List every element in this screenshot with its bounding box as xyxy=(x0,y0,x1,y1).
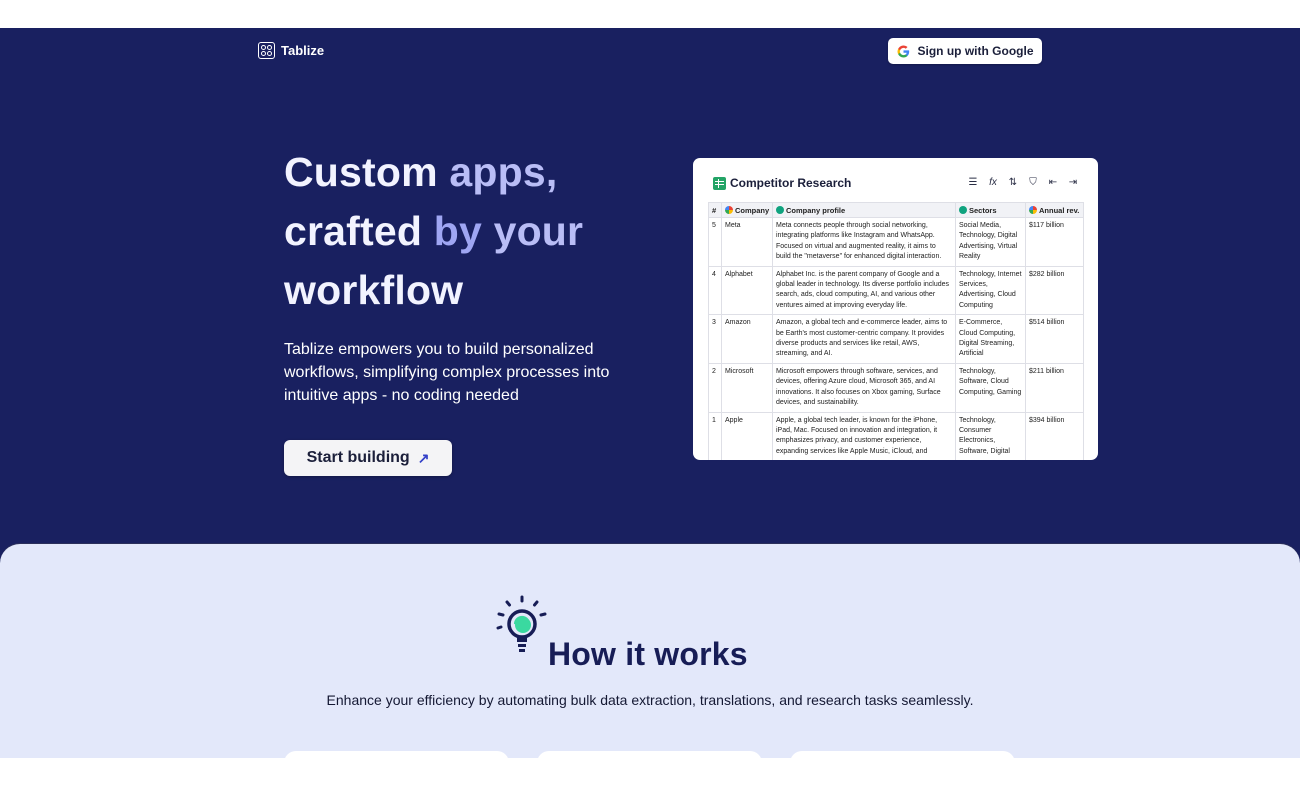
table-icon xyxy=(713,176,726,190)
tablize-logo-icon xyxy=(258,42,275,59)
sectors-cell: E-Commerce, Cloud Computing, Digital Str… xyxy=(955,314,1026,364)
company-cell: Alphabet xyxy=(721,265,773,316)
ai-icon xyxy=(959,205,967,214)
sectors-cell: Technology, Internet Services, Advertisi… xyxy=(955,265,1026,316)
google-icon xyxy=(1029,205,1037,214)
profile-cell: Apple, a global tech leader, is known fo… xyxy=(772,411,956,460)
filter-icon[interactable]: ⛉ xyxy=(1026,175,1040,189)
headline-word: by xyxy=(433,208,482,254)
revenue-cell: $282 billion xyxy=(1025,265,1084,316)
table-row: 1 Apple Apple, a global tech leader, is … xyxy=(708,411,1084,460)
company-cell: Apple xyxy=(721,411,773,460)
company-cell: Microsoft xyxy=(721,362,773,413)
row-number: 2 xyxy=(708,362,722,413)
table-row: 4 Alphabet Alphabet Inc. is the parent c… xyxy=(708,265,1084,316)
column-header: Annual rev. xyxy=(1025,202,1084,218)
profile-cell: Amazon, a global tech and e-commerce lea… xyxy=(772,314,956,364)
hero-headline: Custom apps, crafted by your workflow xyxy=(284,143,664,320)
sign-up-google-button[interactable]: Sign up with Google xyxy=(888,38,1042,64)
revenue-cell: $514 billion xyxy=(1025,314,1084,364)
row-number: 3 xyxy=(708,314,722,364)
google-icon xyxy=(897,45,909,57)
formula-icon[interactable]: fx xyxy=(986,175,1000,189)
menu-icon[interactable]: ☰ xyxy=(966,175,980,189)
hero-subtext: Tablize empowers you to build personaliz… xyxy=(284,341,610,404)
landing-page: Tablize Sign up with Google Custom apps,… xyxy=(0,0,1300,788)
arrow-up-right-icon: ↗ xyxy=(417,449,430,466)
google-icon xyxy=(725,205,733,214)
table-row: 2 Microsoft Microsoft empowers through s… xyxy=(708,362,1084,413)
headline-word: your xyxy=(493,208,584,254)
column-header: # xyxy=(708,202,722,218)
brand-name: Tablize xyxy=(281,43,325,58)
preview-table: # Company Company profile Sectors Annual… xyxy=(708,202,1084,460)
sectors-cell: Technology, Consumer Electronics, Softwa… xyxy=(955,411,1026,460)
preview-title-text: Competitor Research xyxy=(730,176,852,190)
ai-icon xyxy=(776,205,784,214)
lightbulb-icon xyxy=(496,595,547,652)
profile-cell: Alphabet Inc. is the parent company of G… xyxy=(772,265,956,316)
column-header: Company profile xyxy=(772,202,956,218)
preview-title: Competitor Research xyxy=(713,176,851,190)
headline-word: workflow xyxy=(284,267,464,313)
company-cell: Meta xyxy=(721,217,773,267)
headline-word: crafted xyxy=(284,208,423,254)
preview-toolbar: ☰ fx ⇅ ⛉ ⇤ ⇥ xyxy=(966,175,1080,189)
how-it-works-title: How it works xyxy=(548,636,748,672)
revenue-cell: $394 billion xyxy=(1025,411,1084,460)
start-building-label: Start building xyxy=(306,449,410,466)
profile-cell: Microsoft empowers through software, ser… xyxy=(772,362,956,413)
column-header: Company xyxy=(721,202,773,218)
row-number: 4 xyxy=(708,265,722,316)
table-row: 5 Meta Meta connects people through soci… xyxy=(708,217,1084,267)
export-icon[interactable]: ⇥ xyxy=(1066,175,1080,189)
revenue-cell: $117 billion xyxy=(1025,217,1084,267)
sign-up-google-label: Sign up with Google xyxy=(917,44,1034,58)
table-row: 3 Amazon Amazon, a global tech and e-com… xyxy=(708,314,1084,364)
brand[interactable]: Tablize xyxy=(258,42,324,59)
row-number: 5 xyxy=(708,217,722,267)
column-header: Sectors xyxy=(955,202,1026,218)
competitor-research-preview: Competitor Research ☰ fx ⇅ ⛉ ⇤ ⇥ # Compa… xyxy=(693,158,1098,460)
table-header-row: # Company Company profile Sectors Annual… xyxy=(708,202,1084,218)
headline-word: Custom xyxy=(284,149,438,195)
start-building-button[interactable]: Start building ↗ xyxy=(284,440,452,476)
revenue-cell: $211 billion xyxy=(1025,362,1084,413)
profile-cell: Meta connects people through social netw… xyxy=(772,217,956,267)
how-it-works-subtitle: Enhance your efficiency by automating bu… xyxy=(326,692,974,708)
sort-icon[interactable]: ⇅ xyxy=(1006,175,1020,189)
sectors-cell: Social Media, Technology, Digital Advert… xyxy=(955,217,1026,267)
row-number: 1 xyxy=(708,411,722,460)
import-icon[interactable]: ⇤ xyxy=(1046,175,1060,189)
company-cell: Amazon xyxy=(721,314,773,364)
sectors-cell: Technology, Software, Cloud Computing, G… xyxy=(955,362,1026,413)
page-bottom xyxy=(0,758,1300,788)
headline-word: apps, xyxy=(449,149,558,195)
